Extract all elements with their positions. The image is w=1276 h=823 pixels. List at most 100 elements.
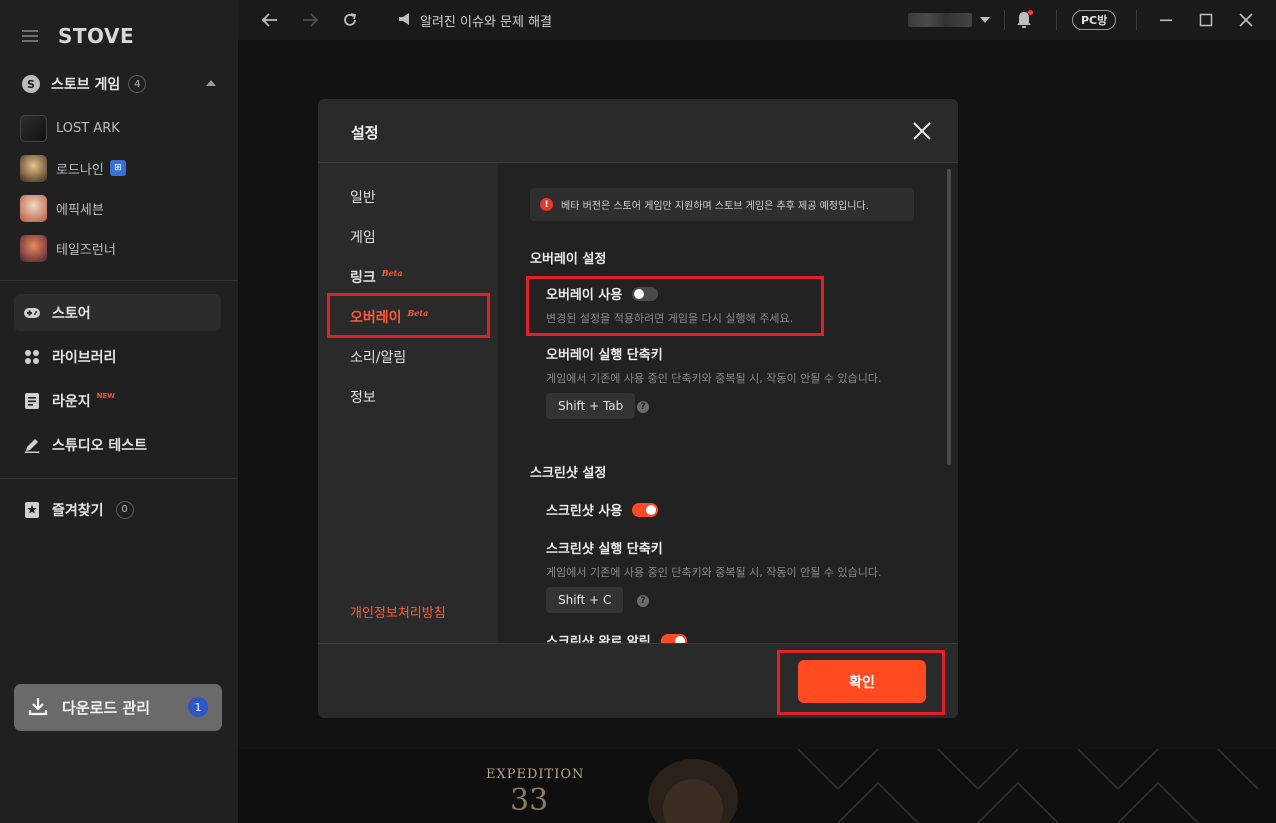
- stove-logo[interactable]: STOVE: [58, 24, 134, 48]
- confirm-button[interactable]: 확인: [798, 660, 926, 703]
- lost-ark-icon: [20, 114, 47, 142]
- overlay-section-heading: 오버레이 설정: [530, 252, 607, 267]
- menu-label: 소리/알림: [350, 350, 407, 366]
- topbar-separator: [1004, 10, 1005, 30]
- lounge-document-icon: [23, 392, 41, 410]
- sidebar-item-store[interactable]: 스토어: [14, 294, 221, 331]
- game-item-talesrunner[interactable]: 테일즈런너: [20, 234, 116, 262]
- sidebar-item-favorites[interactable]: 즐겨찾기 0: [14, 491, 221, 528]
- alert-icon: !: [540, 198, 553, 211]
- forward-arrow-icon[interactable]: [300, 10, 320, 30]
- sidebar-divider: [0, 280, 238, 281]
- sidebar-divider: [0, 478, 238, 479]
- maximize-icon[interactable]: [1196, 10, 1216, 30]
- game-label: 로드나인: [56, 162, 104, 178]
- talesrunner-icon: [20, 234, 47, 262]
- screenshot-use-toggle[interactable]: [632, 502, 659, 517]
- user-name-blurred[interactable]: [908, 13, 972, 27]
- screenshot-use-label: 스크린샷 사용: [546, 504, 623, 519]
- screenshot-shortcut-label: 스크린샷 실행 단축키: [546, 542, 663, 557]
- overlay-shortcut-desc: 게임에서 기존에 사용 중인 단축키와 중복될 시, 작동이 안될 수 있습니다…: [546, 372, 882, 385]
- screenshot-shortcut-desc: 게임에서 기존에 사용 중인 단축키와 중복될 시, 작동이 안될 수 있습니다…: [546, 566, 882, 579]
- section-title: 스토브 게임: [51, 77, 121, 93]
- settings-menu-sound-alert[interactable]: 소리/알림: [350, 347, 406, 367]
- back-arrow-icon[interactable]: [260, 10, 280, 30]
- dialog-close-icon[interactable]: [912, 121, 932, 141]
- settings-menu: 일반 게임 링크 Beta 오버레이 Beta 소리/알림 정보 개인정보처리방…: [318, 163, 498, 643]
- screenshot-use-row: 스크린샷 사용: [546, 500, 659, 519]
- settings-dialog: 설정 일반 게임 링크 Beta 오버레이 Beta 소리/알림 정보 개인정보…: [318, 99, 958, 718]
- beta-tag: Beta: [381, 268, 403, 278]
- topbar-separator: [1056, 10, 1057, 30]
- screenshot-section-heading: 스크린샷 설정: [530, 466, 607, 481]
- notification-bell-icon[interactable]: [1014, 10, 1034, 30]
- collapse-chevron-icon[interactable]: [206, 80, 216, 86]
- download-manager-label: 다운로드 관리: [62, 699, 151, 717]
- stove-games-section[interactable]: S 스토브 게임 4: [22, 72, 222, 96]
- game-label: 에픽세븐: [56, 202, 104, 218]
- nav-label: 라운지: [52, 393, 91, 410]
- menu-label: 게임: [350, 230, 376, 246]
- menu-label: 오버레이: [350, 310, 402, 326]
- settings-menu-overlay[interactable]: 오버레이 Beta: [350, 307, 428, 327]
- known-issues-text: 알려진 이슈와 문제 해결: [420, 15, 552, 30]
- hamburger-menu-icon[interactable]: [22, 30, 38, 42]
- settings-menu-link[interactable]: 링크 Beta: [350, 267, 403, 287]
- overlay-use-desc: 변경된 설정을 적용하려면 게임을 다시 실행해 주세요.: [546, 312, 794, 325]
- sidebar-item-library[interactable]: 라이브러리: [14, 338, 221, 375]
- section-count-badge: 4: [128, 75, 147, 93]
- overlay-shortcut-input[interactable]: Shift + Tab: [546, 393, 636, 419]
- screenshot-complete-label: 스크린샷 완료 알림: [546, 635, 651, 643]
- privacy-policy-link[interactable]: 개인정보처리방침: [350, 602, 446, 621]
- game-label: LOST ARK: [56, 120, 120, 136]
- user-menu-chevron-icon[interactable]: [980, 17, 990, 23]
- game-item-lost-ark[interactable]: LOST ARK: [20, 114, 120, 142]
- epic-seven-icon: [20, 194, 47, 222]
- beta-notice: ! 베타 버전은 스토어 게임만 지원하며 스토브 게임은 추후 제공 예정입니…: [530, 188, 914, 221]
- settings-menu-general[interactable]: 일반: [350, 187, 376, 207]
- banner-title: EXPEDITION: [486, 767, 585, 782]
- refresh-icon[interactable]: [340, 10, 360, 30]
- settings-content: ! 베타 버전은 스토어 게임만 지원하며 스토브 게임은 추후 제공 예정입니…: [498, 163, 958, 643]
- menu-label: 링크: [350, 270, 376, 286]
- screenshot-complete-toggle[interactable]: [660, 633, 687, 643]
- settings-menu-info[interactable]: 정보: [350, 387, 376, 407]
- pen-icon: [23, 436, 41, 454]
- banner-number: 33: [510, 783, 549, 818]
- minimize-icon[interactable]: [1156, 10, 1176, 30]
- notification-dot: [1028, 10, 1033, 15]
- overlay-use-toggle[interactable]: [632, 286, 659, 301]
- pc-cafe-badge-icon: ⊞: [109, 160, 126, 176]
- content-scrollbar[interactable]: [947, 169, 951, 465]
- top-bar: 알려진 이슈와 문제 해결 PC방: [238, 0, 1276, 40]
- help-question-icon[interactable]: ?: [637, 595, 649, 607]
- stove-s-icon: S: [22, 75, 40, 93]
- megaphone-icon: [398, 12, 412, 30]
- menu-label: 일반: [350, 190, 376, 206]
- known-issues-link[interactable]: 알려진 이슈와 문제 해결: [398, 11, 552, 30]
- beta-notice-text: 베타 버전은 스토어 게임만 지원하며 스토브 게임은 추후 제공 예정입니다.: [561, 201, 869, 212]
- window-close-icon[interactable]: [1236, 10, 1256, 30]
- new-tag: NEW: [96, 391, 116, 400]
- download-manager-button[interactable]: 다운로드 관리 1: [14, 684, 222, 731]
- dialog-header: 설정: [318, 99, 958, 163]
- library-grid-icon: [23, 348, 41, 366]
- overlay-use-row: 오버레이 사용: [546, 284, 659, 303]
- game-item-epic-seven[interactable]: 에픽세븐: [20, 194, 104, 222]
- screenshot-complete-row: 스크린샷 완료 알림: [546, 631, 687, 643]
- topbar-separator: [1136, 10, 1137, 30]
- sidebar-item-studio-test[interactable]: 스튜디오 테스트: [14, 426, 221, 463]
- stove-app: EXPEDITION 33 STOVE S 스토브 게임 4 LOST ARK …: [0, 0, 1276, 823]
- pc-cafe-badge[interactable]: PC방: [1072, 10, 1117, 30]
- download-count-badge: 1: [188, 697, 208, 717]
- game-item-lordnine[interactable]: 로드나인 ⊞: [20, 154, 126, 182]
- menu-label: 정보: [350, 390, 376, 406]
- settings-menu-game[interactable]: 게임: [350, 227, 376, 247]
- screenshot-shortcut-input[interactable]: Shift + C: [546, 587, 624, 613]
- download-icon: [28, 696, 48, 720]
- overlay-use-label: 오버레이 사용: [546, 288, 623, 303]
- help-question-icon[interactable]: ?: [637, 401, 649, 413]
- game-label: 테일즈런너: [56, 242, 116, 258]
- sidebar-item-lounge[interactable]: 라운지 NEW: [14, 382, 221, 419]
- favorites-count-badge: 0: [115, 500, 134, 519]
